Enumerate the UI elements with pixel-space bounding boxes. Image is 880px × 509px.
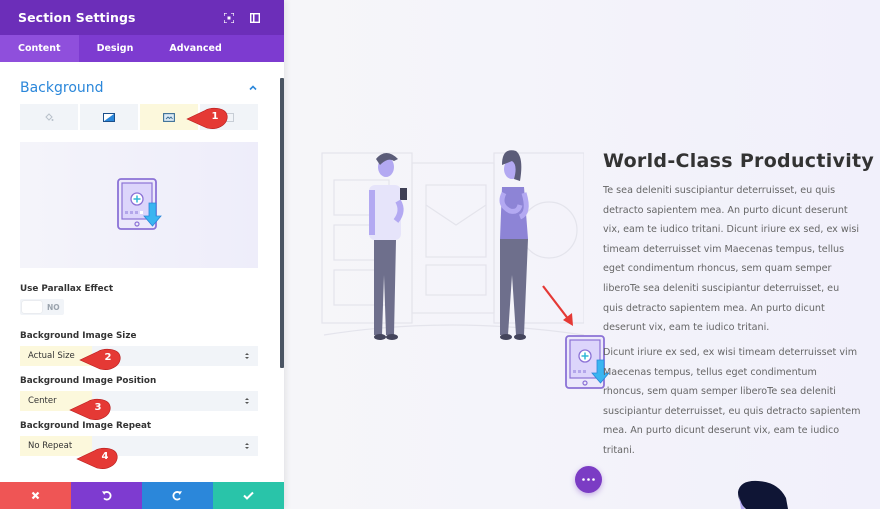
image-position-select[interactable]: Center [20,391,258,411]
image-size-label: Background Image Size [20,331,137,341]
panel-footer [0,482,284,509]
tab-content[interactable]: Content [0,35,79,62]
page-preview: World-Class Productivity Te sea deleniti… [284,0,880,509]
image-position-field: Background Image Position Center [0,376,278,411]
annotation-marker-1: 1 [185,107,231,131]
sidebar-toggle-icon[interactable] [244,7,266,29]
image-size-select[interactable]: Actual Size [20,346,258,366]
gradient-icon [103,112,115,122]
section-title: Background [20,80,104,96]
image-icon [163,112,175,122]
panel-body: Background Use Parallax Effect NO Backgr… [0,62,278,482]
toggle-knob [22,301,42,313]
annotation-marker-3: 3 [68,398,114,422]
tab-advanced[interactable]: Advanced [151,35,239,62]
save-button[interactable] [213,482,284,509]
color-icon [45,113,54,121]
image-repeat-label: Background Image Repeat [20,421,152,431]
background-image-upload[interactable] [20,142,258,268]
check-icon [243,491,254,500]
bg-type-gradient[interactable] [80,104,138,130]
marker-number: 3 [94,402,102,413]
cancel-icon [31,491,40,500]
page-heading: World-Class Productivity [603,150,875,172]
panel-header: Section Settings [0,0,284,35]
undo-icon [102,491,112,501]
image-repeat-field: Background Image Repeat No Repeat [0,421,278,456]
annotation-marker-4: 4 [75,447,121,471]
tab-design[interactable]: Design [79,35,152,62]
parallax-toggle[interactable]: NO [20,299,64,315]
image-repeat-select[interactable]: No Repeat [20,436,258,456]
select-arrows-icon [245,398,249,404]
cancel-button[interactable] [0,482,71,509]
section-settings-panel: Section Settings Content Design Advanced… [0,0,284,509]
tablet-download-icon [117,178,162,230]
ellipsis-icon [582,478,595,481]
annotation-arrow-icon [542,285,573,326]
more-options-button[interactable] [575,466,602,493]
panel-title: Section Settings [18,10,136,25]
parallax-field: Use Parallax Effect NO [0,284,278,315]
image-position-label: Background Image Position [20,376,157,386]
undo-button[interactable] [71,482,142,509]
redo-icon [172,491,182,501]
select-arrows-icon [245,353,249,359]
bg-type-color[interactable] [20,104,78,130]
marker-number: 4 [101,451,109,462]
redo-button[interactable] [142,482,213,509]
background-section-toggle[interactable]: Background [0,62,278,100]
paragraph-1: Te sea deleniti suscipiantur deterruisse… [603,185,860,334]
person-illustration-partial [738,480,788,509]
tab-bar: Content Design Advanced [0,35,284,62]
toggle-state: NO [47,302,60,312]
focus-icon[interactable] [218,7,240,29]
parallax-label: Use Parallax Effect [20,284,114,294]
annotation-marker-2: 2 [78,348,124,372]
paragraph-2: Dicunt iriure ex sed, ex wisi timeam det… [603,347,861,456]
chevron-up-icon [249,85,257,91]
marker-number: 1 [211,111,219,122]
select-arrows-icon [245,443,249,449]
marker-number: 2 [104,352,112,363]
image-size-field: Background Image Size Actual Size [0,331,278,366]
panel-scrollbar[interactable] [280,78,284,368]
